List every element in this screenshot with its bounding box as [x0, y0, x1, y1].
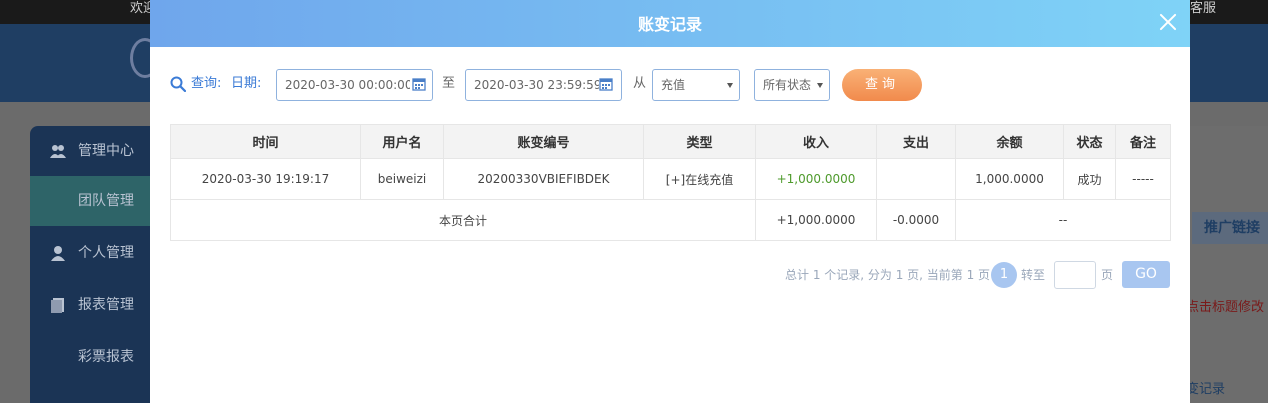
record-link[interactable]: 变记录	[1186, 378, 1225, 397]
chevron-down-icon	[727, 83, 733, 88]
sidebar-item-management-center[interactable]: 管理中心	[30, 126, 160, 176]
cell-transaction-id: 20200330VBIEFIBDEK	[443, 158, 644, 200]
from-label: 从	[633, 76, 647, 91]
start-date-input[interactable]	[276, 69, 433, 101]
column-header-status: 状态	[1063, 124, 1116, 159]
report-icon	[51, 298, 64, 313]
table-row: 2020-03-30 19:19:17 beiweizi 20200330VBI…	[170, 158, 1171, 200]
users-icon	[50, 145, 66, 158]
sidebar: 管理中心 团队管理 个人管理 报表管理 彩票报表	[30, 126, 160, 403]
sidebar-item-label: 彩票报表	[78, 349, 134, 365]
transactions-table: 时间 用户名 账变编号 类型 收入 支出 余额 状态 备注 2020-03-30…	[170, 124, 1171, 241]
column-header-time: 时间	[170, 124, 361, 159]
sidebar-item-lottery-report[interactable]: 彩票报表	[30, 332, 160, 382]
query-button[interactable]: 查询	[842, 69, 922, 101]
status-select[interactable]: 所有状态	[754, 69, 830, 101]
cell-time: 2020-03-30 19:19:17	[170, 158, 361, 200]
summary-income: +1,000.0000	[755, 199, 877, 241]
calendar-icon[interactable]	[599, 77, 613, 91]
current-page-button[interactable]: 1	[991, 262, 1017, 288]
customer-service-link[interactable]: 客服	[1190, 0, 1216, 18]
transaction-records-modal: 账变记录 查询: 日期: 至 从 充值 所有状态 查询	[150, 0, 1190, 403]
table-header-row: 时间 用户名 账变编号 类型 收入 支出 余额 状态 备注	[170, 124, 1171, 159]
cell-type: [+]在线充值	[643, 158, 756, 200]
close-icon[interactable]	[1157, 11, 1179, 33]
sidebar-item-report-management[interactable]: 报表管理	[30, 280, 160, 330]
edit-title-note: 点击标题修改	[1186, 300, 1265, 315]
sidebar-item-label: 个人管理	[78, 245, 134, 261]
pagination-summary: 总计 1 个记录, 分为 1 页, 当前第 1 页	[785, 268, 991, 282]
summary-rest: --	[955, 199, 1171, 241]
to-label: 至	[442, 76, 456, 91]
summary-expense: -0.0000	[876, 199, 956, 241]
sidebar-item-personal-management[interactable]: 个人管理	[30, 228, 160, 278]
goto-label: 转至	[1021, 268, 1046, 282]
sidebar-item-label: 管理中心	[78, 143, 134, 159]
promo-link-button[interactable]: 推广链接	[1192, 212, 1268, 244]
cell-username: beiweizi	[360, 158, 444, 200]
user-icon	[51, 246, 65, 261]
column-header-username: 用户名	[360, 124, 444, 159]
type-select[interactable]: 充值	[652, 69, 740, 101]
summary-label: 本页合计	[170, 199, 756, 241]
search-icon	[170, 76, 186, 92]
date-label: 日期:	[231, 76, 262, 91]
go-button[interactable]: GO	[1122, 261, 1170, 288]
page-unit-label: 页	[1101, 268, 1114, 282]
cell-expense	[876, 158, 956, 200]
query-label: 查询:	[191, 76, 222, 91]
column-header-balance: 余额	[955, 124, 1064, 159]
chevron-down-icon	[817, 83, 823, 88]
goto-page-input[interactable]	[1054, 261, 1096, 289]
sidebar-item-team-management[interactable]: 团队管理	[30, 176, 160, 226]
sidebar-item-label: 团队管理	[78, 193, 134, 209]
background-right-panel	[1190, 126, 1268, 403]
modal-header: 账变记录	[150, 0, 1190, 47]
column-header-expense: 支出	[876, 124, 956, 159]
calendar-icon[interactable]	[412, 77, 426, 91]
column-header-transaction-id: 账变编号	[443, 124, 644, 159]
cell-income: +1,000.0000	[755, 158, 877, 200]
sidebar-item-label: 报表管理	[78, 297, 134, 313]
modal-title: 账变记录	[637, 15, 702, 34]
type-select-value: 充值	[661, 78, 686, 92]
cell-status: 成功	[1063, 158, 1116, 200]
column-header-type: 类型	[643, 124, 756, 159]
summary-row: 本页合计 +1,000.0000 -0.0000 --	[170, 199, 1171, 241]
cell-remark: -----	[1115, 158, 1171, 200]
column-header-remark: 备注	[1115, 124, 1171, 159]
status-select-value: 所有状态	[763, 78, 812, 92]
cell-balance: 1,000.0000	[955, 158, 1064, 200]
column-header-income: 收入	[755, 124, 877, 159]
